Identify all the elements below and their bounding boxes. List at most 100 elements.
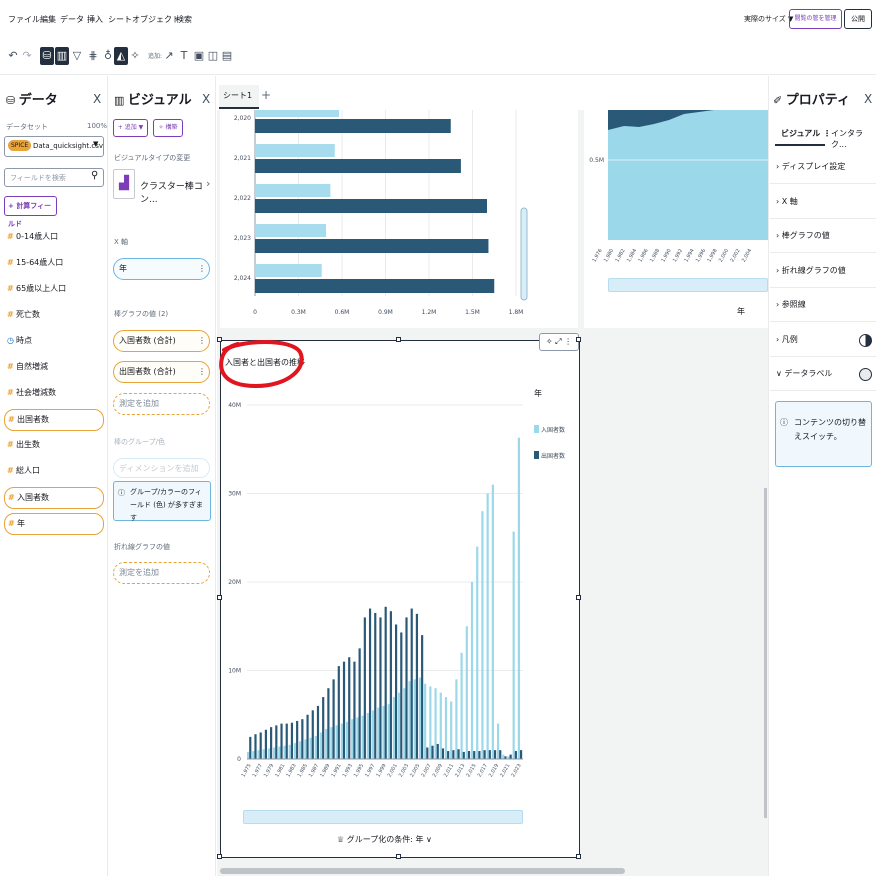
add-insight-icon[interactable]: ◫ bbox=[206, 47, 220, 65]
bar-inbound[interactable] bbox=[377, 707, 380, 759]
add-field-button[interactable]: + 追加 ▼ bbox=[113, 119, 148, 137]
build-icon[interactable]: ✧ bbox=[128, 47, 142, 65]
parameters-icon[interactable]: ⋕ bbox=[86, 47, 100, 65]
bar-outbound[interactable] bbox=[270, 727, 273, 759]
add-text-icon[interactable]: T bbox=[177, 47, 191, 65]
menu-item[interactable]: 挿入 bbox=[87, 14, 103, 25]
bar-outbound[interactable] bbox=[353, 661, 356, 759]
field-item[interactable]: #15-64歳人口 bbox=[4, 253, 104, 273]
bar-outbound[interactable] bbox=[488, 750, 491, 759]
data-toggle-icon[interactable]: ⛁ bbox=[40, 47, 54, 65]
add-sheet-button[interactable]: + bbox=[261, 88, 271, 102]
bar-inbound[interactable] bbox=[491, 484, 494, 759]
bar-outbound[interactable] bbox=[255, 119, 451, 133]
dataset-select[interactable]: SPICE Data_quicksight.csv ▼ bbox=[4, 136, 104, 157]
insights-icon[interactable]: ♁ bbox=[101, 47, 115, 65]
visual-toggle-icon[interactable]: ▥ bbox=[55, 47, 69, 65]
bar-outbound[interactable] bbox=[368, 608, 372, 759]
bar-inbound[interactable] bbox=[481, 511, 484, 759]
bar-inbound[interactable] bbox=[512, 531, 515, 759]
size-dropdown[interactable]: 実際のサイズ ▼ bbox=[744, 14, 793, 24]
bar-outbound[interactable] bbox=[436, 743, 439, 759]
bar-outbound[interactable] bbox=[311, 710, 314, 759]
bar-inbound[interactable] bbox=[351, 719, 354, 759]
resize-handle[interactable] bbox=[396, 337, 401, 342]
bar-inbound[interactable] bbox=[502, 754, 505, 759]
resize-handle[interactable] bbox=[576, 595, 581, 600]
bar-inbound[interactable] bbox=[247, 751, 250, 759]
bar-outbound[interactable] bbox=[322, 697, 325, 759]
bar-outbound[interactable] bbox=[426, 747, 429, 759]
bar-inbound[interactable] bbox=[465, 626, 468, 759]
field-item[interactable]: # 死亡数 bbox=[4, 305, 104, 325]
x-axis-field-well[interactable]: 年 ⋮ bbox=[113, 258, 210, 280]
bar-inbound[interactable] bbox=[366, 712, 369, 759]
visual-menu[interactable]: ✧ ⤢ ⋮ bbox=[539, 333, 579, 351]
bar-inbound[interactable] bbox=[330, 727, 333, 759]
bar-inbound[interactable] bbox=[255, 104, 340, 117]
bar-inbound[interactable] bbox=[455, 679, 458, 759]
more-icon[interactable]: ⋮ bbox=[198, 362, 206, 382]
bar-outbound[interactable] bbox=[410, 608, 413, 759]
tab-sheet1[interactable]: シート1 ∨ bbox=[219, 85, 259, 122]
bar-outbound[interactable] bbox=[514, 751, 517, 759]
property-section[interactable]: › 参照線 bbox=[770, 288, 876, 322]
resize-handle[interactable] bbox=[217, 337, 222, 342]
bar-inbound[interactable] bbox=[325, 728, 328, 759]
bar-inbound[interactable] bbox=[408, 681, 411, 759]
bar-inbound[interactable] bbox=[304, 739, 307, 759]
menu-item[interactable]: ファイル bbox=[8, 14, 40, 25]
bar-outbound[interactable] bbox=[441, 748, 445, 759]
build-button[interactable]: ✧ 構築 bbox=[153, 119, 183, 137]
bar-inbound[interactable] bbox=[293, 743, 297, 759]
bar-inbound[interactable] bbox=[335, 725, 338, 759]
bar-inbound[interactable] bbox=[476, 546, 479, 759]
bar-inbound[interactable] bbox=[257, 750, 260, 759]
bar-outbound[interactable] bbox=[337, 666, 340, 759]
bar-outbound[interactable] bbox=[290, 722, 294, 759]
bar-outbound[interactable] bbox=[255, 199, 487, 213]
bar-inbound[interactable] bbox=[460, 652, 463, 759]
bar-value-well-2[interactable]: 出国者数 (合計) ⋮ bbox=[113, 361, 210, 383]
bar-outbound[interactable] bbox=[499, 750, 502, 759]
menu-item[interactable]: 検索 bbox=[176, 14, 192, 25]
field-item[interactable]: # 総人口 bbox=[4, 461, 104, 481]
resize-handle[interactable] bbox=[396, 854, 401, 859]
bar-inbound[interactable] bbox=[486, 493, 489, 760]
legend-item[interactable]: 出国者数 bbox=[541, 452, 565, 460]
bar-inbound[interactable] bbox=[319, 732, 323, 759]
resize-handle[interactable] bbox=[576, 854, 581, 859]
bar-outbound[interactable] bbox=[467, 751, 471, 759]
bar-outbound[interactable] bbox=[316, 705, 320, 759]
undo-icon[interactable]: ↶ bbox=[6, 47, 20, 65]
field-item[interactable]: # 出国者数 bbox=[4, 409, 104, 431]
bar-outbound[interactable] bbox=[301, 719, 304, 759]
bar-outbound[interactable] bbox=[400, 632, 403, 759]
tab-visual[interactable]: ビジュアル ⋮ bbox=[781, 128, 831, 139]
bar-outbound[interactable] bbox=[254, 734, 257, 759]
bar-inbound[interactable] bbox=[345, 721, 349, 759]
bar-outbound[interactable] bbox=[259, 732, 262, 759]
bar-outbound[interactable] bbox=[462, 751, 465, 759]
scroll-bar[interactable] bbox=[243, 810, 523, 824]
bar-inbound[interactable] bbox=[283, 745, 286, 759]
theme-icon[interactable]: ◭ bbox=[114, 47, 128, 65]
property-section[interactable]: › 凡例 bbox=[770, 323, 876, 357]
bar-inbound[interactable] bbox=[418, 677, 422, 759]
bar-outbound[interactable] bbox=[249, 736, 252, 759]
bar-inbound[interactable] bbox=[424, 683, 427, 759]
bar-outbound[interactable] bbox=[421, 635, 424, 759]
bar-outbound[interactable] bbox=[431, 745, 434, 759]
field-search-input[interactable]: フィールドを検索 ⚲ bbox=[4, 168, 104, 187]
close-icon[interactable]: X bbox=[864, 92, 872, 106]
bar-outbound[interactable] bbox=[384, 606, 387, 759]
bar-inbound[interactable] bbox=[278, 746, 281, 759]
field-item[interactable]: ◷ 時点 bbox=[4, 331, 104, 351]
bar-outbound[interactable] bbox=[389, 611, 392, 759]
field-item[interactable]: #65歳以上人口 bbox=[4, 279, 104, 299]
bar-inbound[interactable] bbox=[262, 749, 265, 759]
property-section[interactable]: › X 軸 bbox=[770, 185, 876, 219]
bar-inbound[interactable] bbox=[252, 751, 255, 759]
bar-inbound[interactable] bbox=[470, 582, 474, 759]
bar-outbound[interactable] bbox=[332, 679, 335, 759]
